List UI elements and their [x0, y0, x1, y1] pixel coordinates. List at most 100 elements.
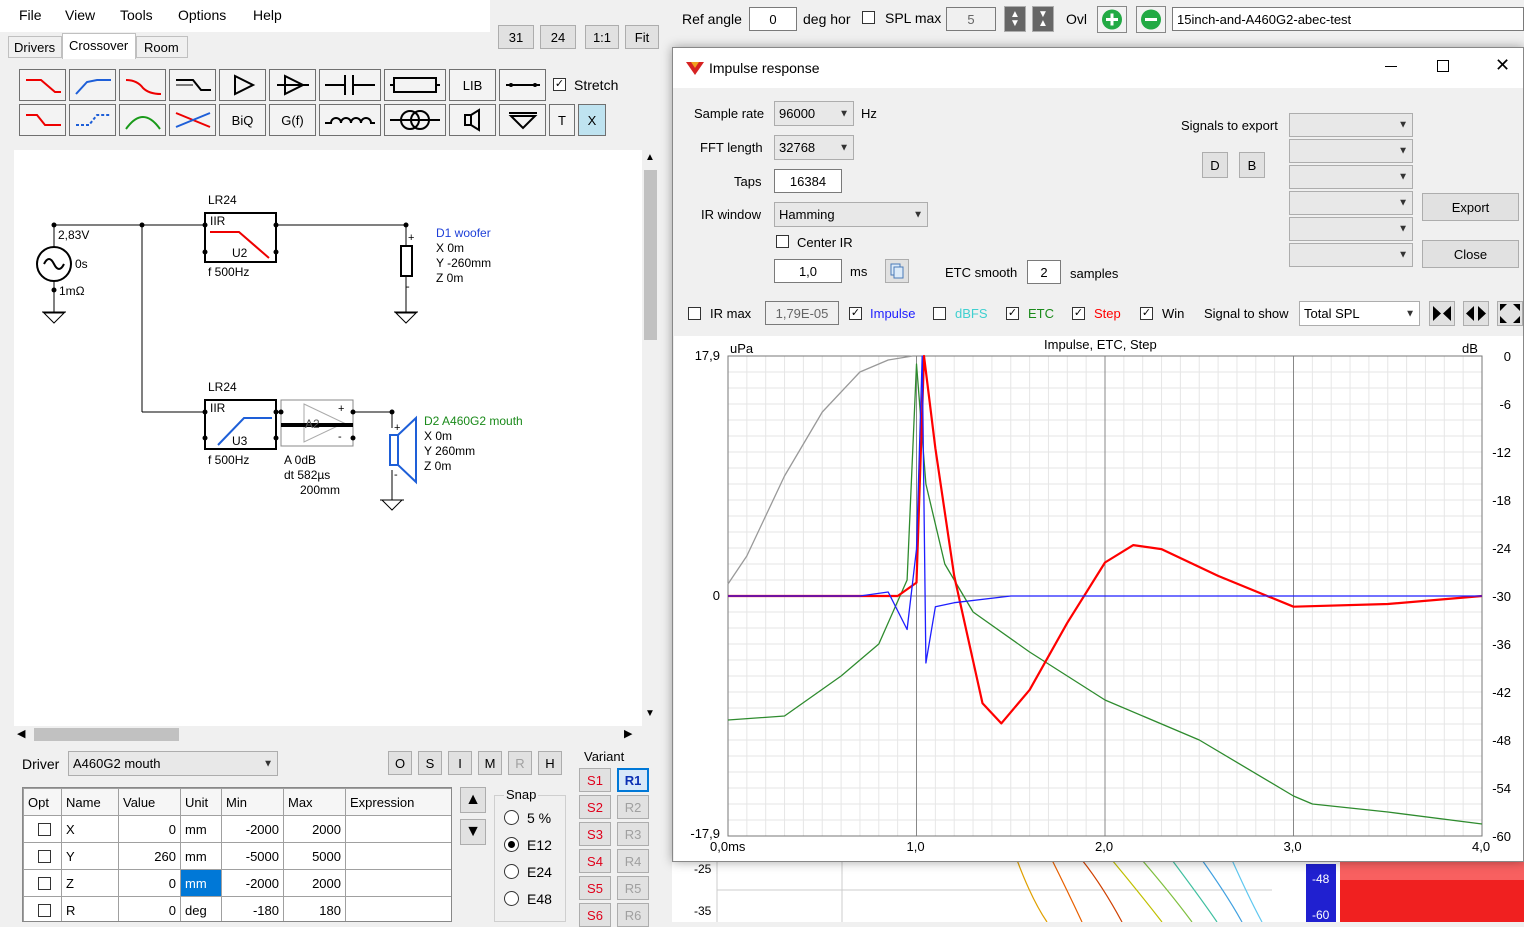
amplifier-tool[interactable]	[219, 69, 266, 101]
capacitor-tool[interactable]	[319, 69, 381, 101]
spl-max-input[interactable]: 5	[946, 7, 996, 31]
minimize-icon[interactable]	[1381, 56, 1401, 76]
table-row[interactable]: X 0 mm -2000 2000	[23, 815, 451, 843]
export-d-button[interactable]: D	[1202, 152, 1228, 178]
opt-checkbox[interactable]	[38, 903, 51, 917]
driver-r-button[interactable]: R	[508, 751, 532, 775]
export-signal-select-6[interactable]: ▼	[1289, 243, 1413, 267]
fullscreen-icon[interactable]	[1497, 301, 1523, 326]
impulse-chart[interactable]: Impulse, ETC, Step uPa dB 0,0ms 1,0 2,0 3,0…	[674, 336, 1523, 861]
export-signal-select-3[interactable]: ▼	[1289, 165, 1413, 189]
shelf-tool[interactable]	[169, 69, 216, 101]
gf-tool[interactable]: G(f)	[269, 104, 316, 136]
variant-r4-button[interactable]: R4	[617, 849, 649, 873]
resistor-tool[interactable]	[384, 69, 446, 101]
zoom-in-horizontal-icon[interactable]	[1429, 301, 1455, 326]
bandpass-alt-tool[interactable]	[119, 104, 166, 136]
taps-input[interactable]: 16384	[774, 169, 842, 193]
opt-checkbox[interactable]	[38, 822, 51, 836]
variant-s3-button[interactable]: S3	[579, 822, 611, 846]
zoom-fit-button[interactable]: Fit	[625, 25, 659, 49]
window-ms-input[interactable]: 1,0	[774, 259, 842, 283]
driver-h-button[interactable]: H	[538, 751, 562, 775]
snap-5pct-radio[interactable]	[504, 810, 519, 825]
etc-checkbox[interactable]: ✓	[1006, 307, 1019, 320]
driver-i-button[interactable]: I	[448, 751, 472, 775]
export-signal-select-4[interactable]: ▼	[1289, 191, 1413, 215]
highpass-tool[interactable]	[69, 69, 116, 101]
variant-r6-button[interactable]: R6	[617, 903, 649, 927]
opamp-tool[interactable]	[269, 69, 316, 101]
inductor-tool[interactable]	[319, 104, 381, 136]
spl-max-checkbox[interactable]	[862, 11, 875, 24]
speaker-tool[interactable]	[449, 104, 496, 136]
dialog-titlebar[interactable]: Impulse response ✕	[673, 48, 1523, 88]
menu-help[interactable]: Help	[253, 7, 282, 23]
ref-angle-input[interactable]: 0	[749, 7, 797, 31]
close-button[interactable]: Close	[1422, 240, 1519, 268]
variant-s5-button[interactable]: S5	[579, 876, 611, 900]
zoom-1to1-button[interactable]: 1:1	[585, 25, 619, 49]
variant-s2-button[interactable]: S2	[579, 795, 611, 819]
move-up-button[interactable]: ▲	[460, 787, 486, 813]
vscroll-thumb[interactable]	[644, 170, 657, 340]
variant-r2-button[interactable]: R2	[617, 795, 649, 819]
driver-m-button[interactable]: M	[478, 751, 502, 775]
step-checkbox[interactable]: ✓	[1072, 307, 1085, 320]
text-tool[interactable]: T	[549, 104, 575, 136]
zoom-31-button[interactable]: 31	[498, 25, 534, 49]
lowpass-tool[interactable]	[19, 69, 66, 101]
scroll-right-icon[interactable]: ▶	[624, 727, 632, 740]
variant-r5-button[interactable]: R5	[617, 876, 649, 900]
snap-e12-radio[interactable]	[504, 837, 519, 852]
tab-drivers[interactable]: Drivers	[8, 36, 62, 58]
ground-tool[interactable]	[499, 104, 546, 136]
snap-e24-radio[interactable]	[504, 864, 519, 879]
export-signal-select-5[interactable]: ▼	[1289, 217, 1413, 241]
sample-rate-select[interactable]: 96000 ▼	[774, 101, 854, 126]
library-tool[interactable]: LIB	[449, 69, 496, 101]
driver-s-button[interactable]: S	[418, 751, 442, 775]
tab-room[interactable]: Room	[136, 36, 188, 58]
table-row[interactable]: R 0 deg -180 180	[23, 896, 451, 921]
close-icon[interactable]: ✕	[1495, 56, 1510, 74]
delete-tool[interactable]: X	[578, 104, 606, 136]
transformer-tool[interactable]	[384, 104, 446, 136]
ir-window-select[interactable]: Hamming ▼	[774, 202, 928, 227]
menu-view[interactable]: View	[65, 7, 95, 23]
add-overlay-icon[interactable]	[1097, 6, 1127, 33]
export-b-button[interactable]: B	[1239, 152, 1265, 178]
impulse-checkbox[interactable]: ✓	[849, 307, 862, 320]
schematic-vscrollbar[interactable]: ▲ ▼	[642, 150, 659, 726]
driver-select[interactable]: A460G2 mouth ▼	[68, 751, 278, 776]
zoom-24-button[interactable]: 24	[540, 25, 576, 49]
opt-checkbox[interactable]	[38, 876, 51, 890]
export-signal-select-2[interactable]: ▼	[1289, 139, 1413, 163]
zoom-out-horizontal-icon[interactable]	[1463, 301, 1489, 326]
tab-crossover[interactable]: Crossover	[62, 33, 136, 59]
menu-file[interactable]: File	[19, 7, 42, 23]
win-checkbox[interactable]: ✓	[1140, 307, 1153, 320]
table-row[interactable]: Y 260 mm -5000 5000	[23, 842, 451, 870]
ir-max-input[interactable]: 1,79E-05	[765, 301, 839, 325]
scroll-left-icon[interactable]: ◀	[17, 727, 25, 740]
export-button[interactable]: Export	[1422, 193, 1519, 221]
maximize-icon[interactable]	[1437, 60, 1449, 72]
export-signal-select-1[interactable]: ▼	[1289, 113, 1413, 137]
stretch-checkbox[interactable]: ✓	[553, 78, 566, 91]
variant-s1-button[interactable]: S1	[579, 768, 611, 792]
menu-options[interactable]: Options	[178, 7, 226, 23]
hscroll-thumb[interactable]	[34, 728, 179, 741]
snap-e48-radio[interactable]	[504, 891, 519, 906]
dbfs-checkbox[interactable]	[933, 307, 946, 320]
ir-max-checkbox[interactable]	[688, 307, 701, 320]
center-ir-checkbox[interactable]	[776, 235, 789, 248]
schematic-hscrollbar[interactable]: ◀ ▶	[14, 726, 642, 743]
bandpass-tool[interactable]	[119, 69, 166, 101]
copy-icon[interactable]	[885, 259, 909, 283]
driver-o-button[interactable]: O	[388, 751, 412, 775]
updown-arrows-icon[interactable]: ▲ ▼	[1004, 6, 1026, 32]
etc-smooth-input[interactable]: 2	[1027, 260, 1061, 284]
menu-tools[interactable]: Tools	[120, 7, 153, 23]
highpass-alt-tool[interactable]	[69, 104, 116, 136]
